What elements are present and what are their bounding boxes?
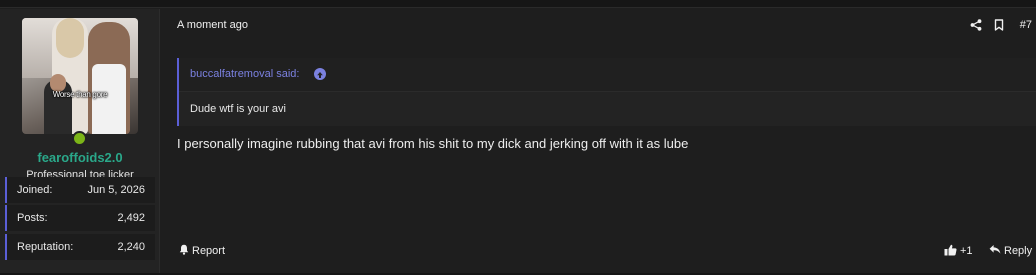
username-link[interactable]: fearoffoids2.0 (0, 150, 160, 165)
stat-label: Reputation: (17, 241, 74, 253)
reply-label: Reply (1004, 245, 1033, 257)
avatar-figure (56, 18, 84, 58)
report-button[interactable]: Report (179, 244, 225, 258)
like-count: +1 (960, 245, 973, 257)
reply-arrow-icon (989, 244, 1001, 258)
post-message: I personally imagine rubbing that avi fr… (177, 136, 689, 151)
reply-button[interactable]: Reply (989, 244, 1032, 258)
quote-header: buccalfatremoval said: (179, 58, 1036, 92)
bookmark-icon[interactable] (991, 17, 1007, 33)
quote-author-link[interactable]: buccalfatremoval said: (190, 68, 299, 80)
avatar-figure (92, 64, 126, 134)
avatar-caption: Worse than gore (52, 90, 108, 99)
post-meta-actions: #7 (968, 17, 1032, 33)
quote-text: Dude wtf is your avi (190, 103, 286, 115)
like-button[interactable]: +1 (944, 244, 973, 258)
stat-value: 2,240 (117, 241, 145, 253)
stat-value: Jun 5, 2026 (87, 184, 146, 196)
stat-label: Joined: (17, 184, 53, 196)
bell-icon (179, 244, 189, 258)
post-divider-top (0, 0, 1036, 8)
user-sidebar: Worse than gore fearoffoids2.0 Professio… (0, 9, 160, 273)
report-label: Report (192, 245, 226, 257)
stat-posts: Posts: 2,492 (5, 205, 155, 231)
online-status-icon (72, 131, 87, 146)
stat-joined: Joined: Jun 5, 2026 (5, 177, 155, 203)
quote-block: buccalfatremoval said: Dude wtf is your … (177, 58, 1036, 126)
share-icon[interactable] (968, 17, 984, 33)
arrow-up-circle-icon[interactable] (314, 68, 326, 80)
post: Worse than gore fearoffoids2.0 Professio… (0, 0, 1036, 275)
thumbs-up-icon (944, 244, 957, 259)
stat-value: 2,492 (117, 212, 145, 224)
stat-reputation: Reputation: 2,240 (5, 234, 155, 260)
stat-label: Posts: (17, 212, 48, 224)
post-timestamp[interactable]: A moment ago (177, 19, 248, 31)
post-number-link[interactable]: #7 (1020, 19, 1032, 31)
avatar[interactable]: Worse than gore (22, 18, 138, 134)
